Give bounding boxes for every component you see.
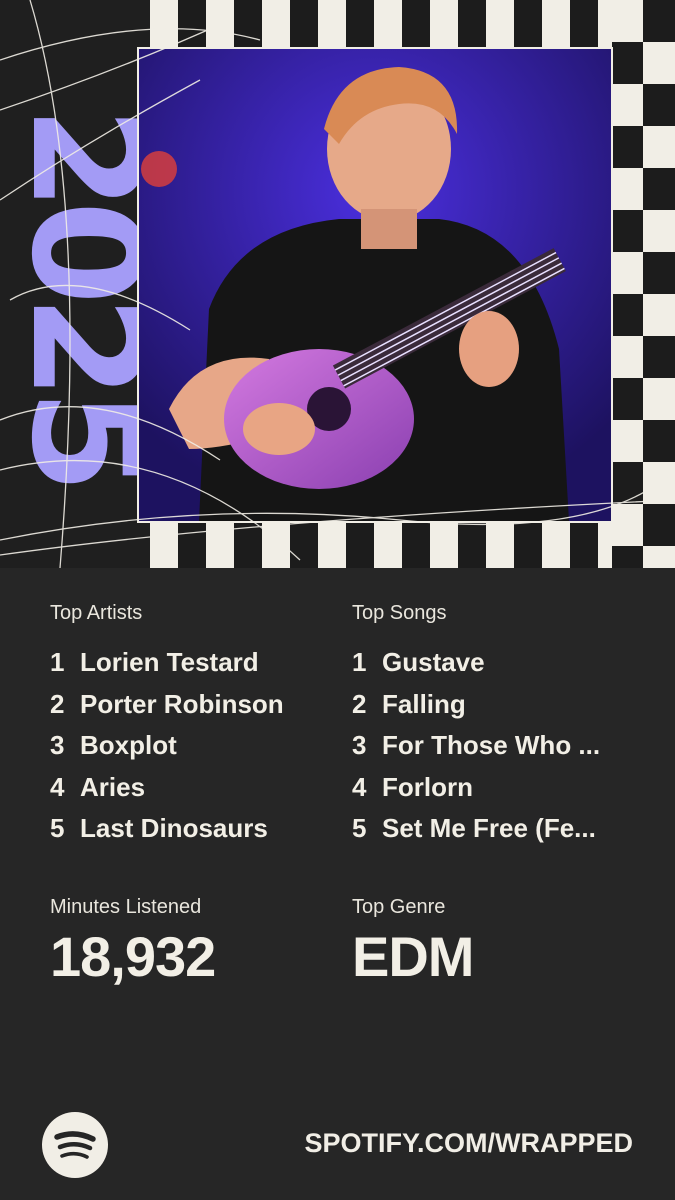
list-item: 5 Last Dinosaurs [50, 813, 268, 843]
hero-graphic: 2025 [0, 0, 675, 568]
artist-photo-guitarist-icon [139, 49, 611, 521]
top-artists-list: 1 Lorien Testard 2 Porter Robinson 3 Boxplo… [50, 642, 340, 850]
genre-label: Top Genre [352, 896, 446, 918]
minutes-value: 18,932 [50, 925, 216, 988]
spotify-logo-icon[interactable] [42, 1112, 108, 1178]
genre-value: EDM [352, 925, 474, 988]
year-band: 2025 [0, 0, 172, 568]
top-artists-heading: Top Artists [50, 602, 143, 624]
stripe-pattern-top [150, 0, 675, 48]
artist-photo [137, 47, 613, 523]
stats-panel: Top Artists 1 Lorien Testard 2 Porter Robi… [0, 568, 675, 1200]
wrapped-url-link[interactable]: SPOTIFY.COM/WRAPPED [304, 1128, 633, 1159]
minutes-listened: Minutes Listened 18,932 [50, 896, 216, 992]
top-genre: Top Genre EDM [352, 896, 474, 992]
stripe-pattern-bottom [150, 522, 675, 568]
list-item: 4 Aries [50, 771, 146, 802]
checker-pattern-right [612, 0, 675, 568]
list-item: 3 For Those Who ... [352, 730, 601, 760]
list-item: 2 Falling [352, 688, 466, 719]
list-item: 5 Set Me Free (Fe... [352, 813, 596, 843]
list-item: 3 Boxplot [50, 730, 177, 760]
top-songs-list: 1 Gustave 2 Falling 3 For Those Who ... 4 Fo… [352, 642, 632, 850]
list-item: 2 Porter Robinson [50, 688, 284, 719]
top-songs-section: Top Songs 1 Gustave 2 Falling 3 For Those W… [352, 602, 632, 850]
top-artists-section: Top Artists 1 Lorien Testard 2 Porter Robi… [50, 602, 340, 850]
minutes-label: Minutes Listened [50, 896, 202, 918]
year-graphic: 2025 [0, 106, 172, 484]
list-item: 1 Lorien Testard [50, 647, 259, 677]
top-songs-heading: Top Songs [352, 602, 447, 624]
list-item: 1 Gustave [352, 647, 485, 677]
list-item: 4 Forlorn [352, 771, 473, 802]
